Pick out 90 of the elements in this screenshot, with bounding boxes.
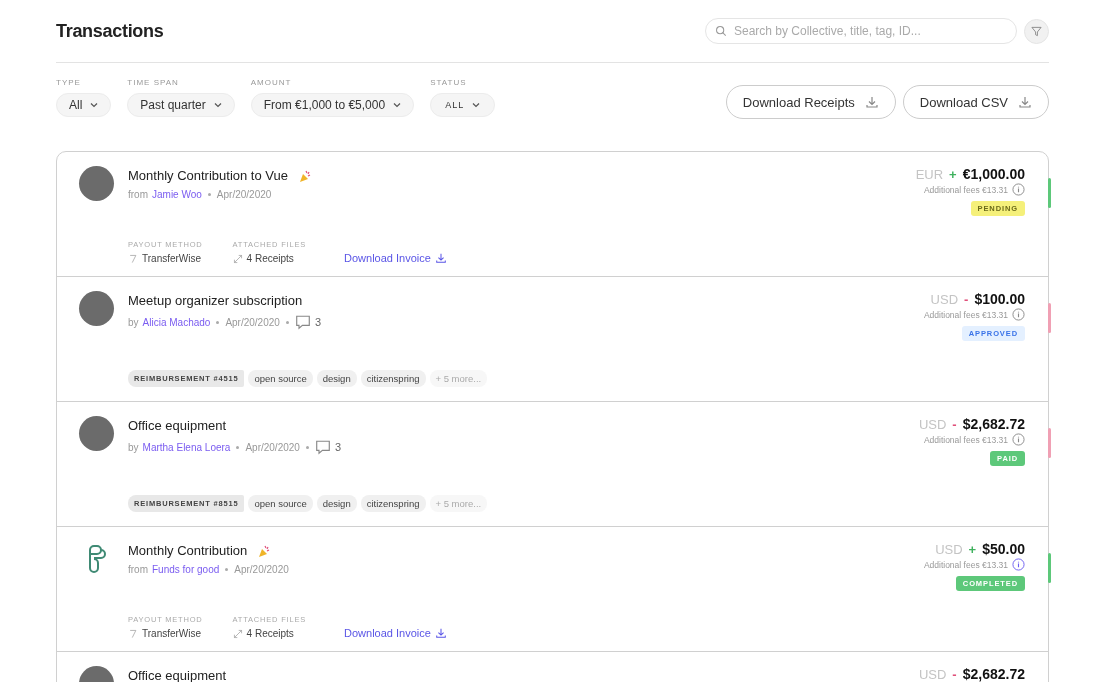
- meta-prefix: from: [128, 564, 148, 575]
- expand-icon: [232, 253, 243, 264]
- search-icon: [715, 25, 727, 37]
- chevron-down-icon: [393, 102, 402, 108]
- tag: design: [316, 370, 357, 387]
- fees-text: Additional fees €13.31: [923, 559, 1008, 570]
- filter-label: TIME SPAN: [127, 78, 180, 87]
- transaction-title: Office equipment: [128, 668, 227, 682]
- fees-text: Additional fees €13.31: [923, 309, 1008, 320]
- amount-sign: +: [949, 167, 957, 182]
- comment-icon: [294, 314, 311, 330]
- meta-prefix: by: [128, 441, 139, 453]
- separator-dot: [305, 445, 309, 449]
- filter-dropdown[interactable]: All: [56, 93, 112, 117]
- currency: EUR: [915, 167, 944, 182]
- tag: open source: [248, 370, 313, 387]
- page-title: Transactions: [56, 20, 165, 42]
- avatar-photo: [79, 416, 114, 451]
- amount-sign: -: [964, 292, 969, 307]
- amount: $50.00: [982, 541, 1025, 557]
- separator-dot: [225, 568, 229, 571]
- filter-label: STATUS: [430, 78, 468, 87]
- download-icon: [434, 627, 447, 639]
- payout-method: TransferWise: [142, 628, 202, 639]
- filter-label: TYPE: [56, 78, 82, 87]
- info-icon[interactable]: [1012, 558, 1025, 571]
- avatar-photo: [79, 166, 114, 201]
- receipts-link[interactable]: 4 Receipts: [246, 628, 294, 639]
- filter-dropdown[interactable]: From €1,000 to €5,000: [250, 93, 415, 117]
- download-button[interactable]: Download CSV: [902, 85, 1049, 119]
- comment-count: 3: [314, 316, 321, 328]
- download-icon: [864, 95, 879, 109]
- filter-label: AMOUNT: [250, 78, 293, 87]
- chevron-down-icon: [213, 102, 222, 108]
- tag: design: [316, 495, 357, 512]
- download-button[interactable]: Download Receipts: [725, 85, 896, 119]
- person-link[interactable]: Funds for good: [152, 564, 220, 575]
- filter-dropdown[interactable]: Past quarter: [127, 93, 235, 117]
- fees-text: Additional fees €13.31: [923, 184, 1008, 195]
- comment-count: 3: [334, 441, 342, 453]
- download-invoice-link[interactable]: Download Invoice: [344, 252, 447, 264]
- separator-dot: [285, 320, 289, 324]
- amount: €1,000.00: [962, 166, 1025, 182]
- search-field[interactable]: Search by Collective, title, tag, ID...: [705, 18, 1017, 44]
- payout-method: TransferWise: [142, 253, 202, 264]
- person-link[interactable]: Alicia Machado: [142, 316, 211, 328]
- filter-button[interactable]: [1024, 18, 1049, 44]
- transaction-date: Apr/20/2020: [245, 441, 300, 453]
- currency: USD: [918, 417, 947, 432]
- amount-sign: -: [952, 417, 957, 432]
- currency: USD: [935, 542, 963, 557]
- currency: USD: [918, 667, 947, 682]
- tag: citizenspring: [360, 370, 426, 387]
- transaction-title: Meetup organizer subscription: [128, 293, 303, 308]
- download-invoice-link[interactable]: Download Invoice: [344, 627, 447, 639]
- amount-sign: -: [952, 667, 957, 682]
- info-icon[interactable]: [1012, 433, 1025, 446]
- transaction-date: Apr/20/2020: [234, 564, 289, 575]
- transaction-title: Office equipment: [128, 418, 227, 433]
- info-icon[interactable]: [1012, 183, 1025, 196]
- download-icon: [434, 252, 447, 264]
- currency: USD: [930, 292, 959, 307]
- meta-prefix: by: [128, 316, 139, 328]
- info-icon[interactable]: [1012, 308, 1025, 321]
- transaction-date: Apr/20/2020: [216, 189, 272, 200]
- amount-sign: +: [968, 542, 977, 557]
- filter-dropdown[interactable]: ALL: [430, 93, 496, 117]
- person-link[interactable]: Martha Elena Loera: [142, 441, 231, 453]
- chevron-down-icon: [472, 102, 481, 108]
- amount: $100.00: [974, 291, 1025, 307]
- transaction-title: Monthly Contribution: [128, 543, 248, 558]
- meta-prefix: from: [128, 189, 148, 200]
- transaction-title: Monthly Contribution to Vue: [128, 168, 288, 183]
- expand-icon: [232, 628, 243, 639]
- avatar-photo: [79, 291, 114, 326]
- transaction-date: Apr/20/2020: [225, 316, 280, 328]
- tag: citizenspring: [360, 495, 426, 512]
- separator-dot: [207, 193, 211, 196]
- filter-icon: [1031, 25, 1042, 37]
- fees-text: Additional fees €13.31: [923, 434, 1008, 445]
- amount: $2,682.72: [962, 416, 1025, 432]
- separator-dot: [236, 445, 240, 449]
- separator-dot: [216, 320, 220, 324]
- amount: $2,682.72: [962, 666, 1025, 682]
- person-link[interactable]: Jamie Woo: [152, 189, 202, 200]
- tag: open source: [248, 495, 313, 512]
- receipts-link[interactable]: 4 Receipts: [246, 253, 294, 264]
- comment-icon: [314, 439, 331, 455]
- download-icon: [1018, 95, 1032, 109]
- chevron-down-icon: [90, 102, 99, 108]
